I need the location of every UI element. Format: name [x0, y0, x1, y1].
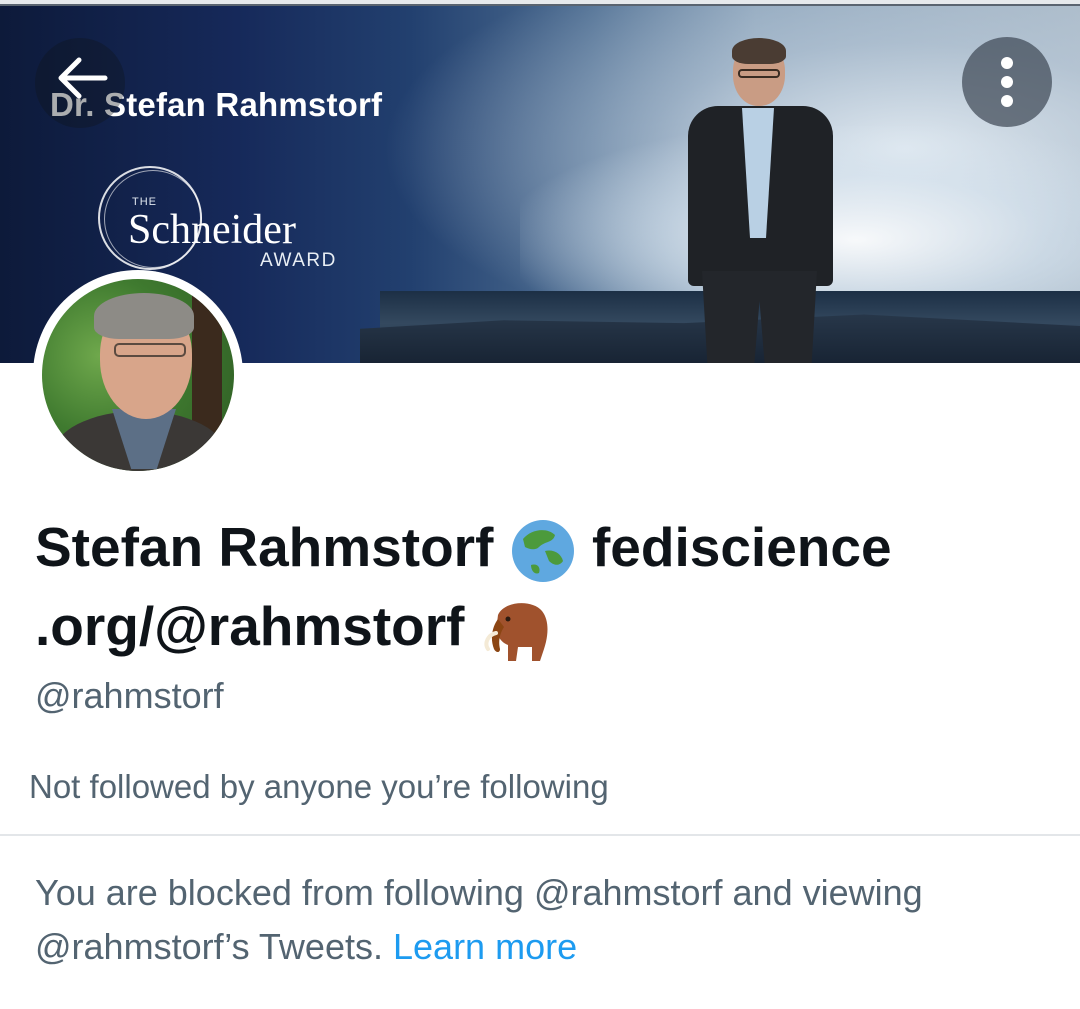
display-name: Stefan Rahmstorf fediscience .org/@rahms… [35, 508, 1045, 666]
divider [0, 834, 1080, 836]
avatar[interactable] [33, 270, 243, 480]
display-name-text: Stefan Rahmstorf [35, 516, 494, 578]
blocked-notice: You are blocked from following @rahmstor… [35, 866, 1055, 974]
banner-person-photo [688, 36, 833, 363]
followers-you-know: Not followed by anyone you’re following [29, 768, 609, 805]
more-vertical-icon [1001, 57, 1013, 107]
arrow-left-icon [58, 57, 108, 99]
globe-asia-icon [511, 520, 574, 583]
award-suffix: AWARD [260, 250, 337, 271]
more-options-button[interactable] [962, 37, 1052, 127]
avatar-photo [42, 279, 234, 471]
profile-handle: @rahmstorf [35, 675, 224, 716]
back-button[interactable] [35, 38, 125, 128]
learn-more-link[interactable]: Learn more [393, 926, 577, 967]
mammoth-icon [484, 603, 548, 662]
schneider-award-logo: THE Schneider AWARD [98, 166, 358, 276]
award-name: Schneider [128, 207, 296, 253]
